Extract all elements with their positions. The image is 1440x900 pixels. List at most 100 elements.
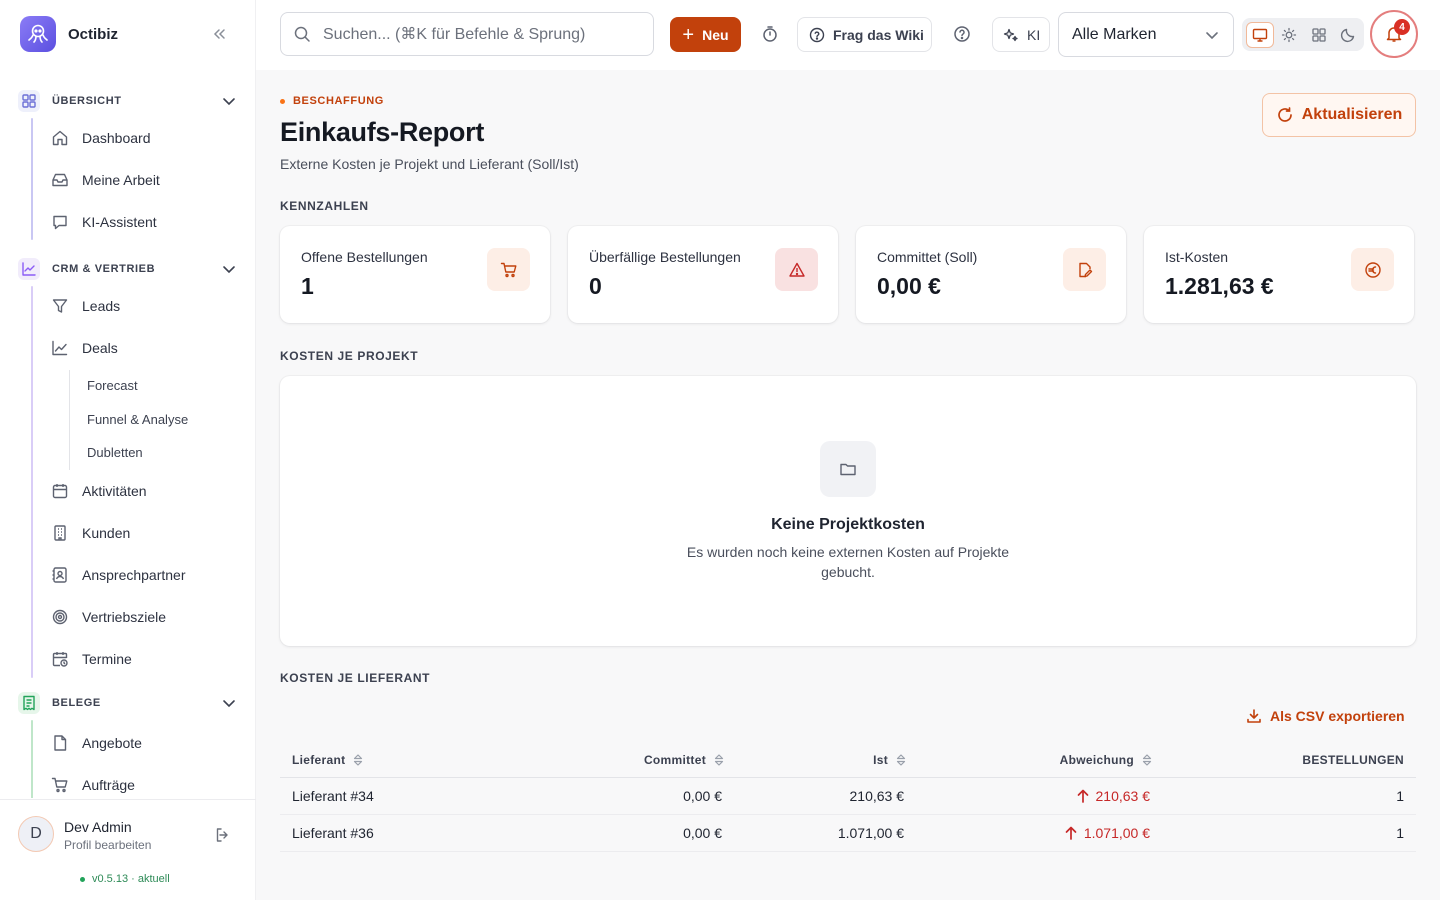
column-header-actual[interactable]: Ist <box>873 753 908 767</box>
collapse-sidebar-icon[interactable] <box>208 24 230 44</box>
refresh-button[interactable]: Aktualisieren <box>1262 93 1416 137</box>
kpi-value: 0 <box>589 273 602 299</box>
column-header-label: Abweichung <box>1059 753 1134 767</box>
ai-button[interactable]: KI <box>992 17 1050 52</box>
sidebar-item-deals[interactable]: Deals <box>50 331 240 365</box>
kpi-label: Offene Bestellungen <box>301 249 428 265</box>
empty-state-title: Keine Projektkosten <box>771 516 925 533</box>
sidebar-item-vertriebsziele[interactable]: Vertriebsziele <box>50 600 240 634</box>
warning-triangle-icon <box>775 248 818 291</box>
grid-icon <box>18 90 40 112</box>
sidebar-item-ki-assistent[interactable]: KI-Assistent <box>50 205 240 239</box>
avatar[interactable]: D <box>18 816 54 852</box>
cart-icon <box>50 775 70 795</box>
monitor-icon[interactable] <box>1246 21 1274 48</box>
brand-select[interactable]: Alle Marken <box>1058 12 1234 57</box>
sort-icon <box>354 754 363 766</box>
sidebar-subitem-dubletten[interactable]: Dubletten <box>87 445 143 460</box>
help-icon[interactable] <box>950 22 974 46</box>
ai-label: KI <box>1027 26 1041 43</box>
cell-committed: 0,00 € <box>683 788 722 804</box>
sidebar-nav: ÜBERSICHT Dashboard Meine Arbeit KI-Assi… <box>0 80 256 798</box>
cell-supplier: Lieferant #34 <box>292 788 374 804</box>
topbar: Suchen... (⌘K für Befehle & Sprung) + Neu… <box>256 0 1440 70</box>
cell-actual: 210,63 € <box>849 788 905 804</box>
sidebar-item-auftraege[interactable]: Aufträge <box>50 768 240 798</box>
sidebar-item-label: Deals <box>82 340 118 356</box>
sidebar-item-dashboard[interactable]: Dashboard <box>50 121 240 155</box>
chevron-down-icon <box>223 266 235 274</box>
layout-grid-icon[interactable] <box>1305 22 1332 48</box>
sparkles-icon <box>1003 28 1018 41</box>
section-rail <box>31 286 33 678</box>
edit-profile-link[interactable]: Profil bearbeiten <box>64 838 151 852</box>
document-edit-icon <box>1063 248 1106 291</box>
chevron-down-icon <box>223 700 235 708</box>
cell-actual: 1.071,00 € <box>837 825 904 841</box>
page-title: Einkaufs-Report <box>280 117 485 147</box>
search-input[interactable]: Suchen... (⌘K für Befehle & Sprung) <box>280 12 654 56</box>
cart-icon <box>487 248 530 291</box>
column-header-supplier[interactable]: Lieferant <box>292 753 365 767</box>
refresh-icon <box>1277 107 1292 122</box>
sidebar-item-label: Angebote <box>82 735 142 751</box>
column-header-committed[interactable]: Committet <box>644 753 726 767</box>
profile-name[interactable]: Dev Admin <box>64 819 132 835</box>
empty-state-description: Es wurden noch keine externen Kosten auf… <box>686 544 1010 580</box>
sun-icon[interactable] <box>1276 22 1303 48</box>
section-crm-vertrieb[interactable]: CRM & VERTRIEB <box>18 254 240 284</box>
export-csv-button[interactable]: Als CSV exportieren <box>1246 706 1405 726</box>
notification-badge: 4 <box>1394 19 1410 35</box>
column-header-deviation[interactable]: Abweichung <box>1060 753 1154 767</box>
sidebar: Octibiz ÜBERSICHT Dashboard Meine Arbeit… <box>0 0 256 900</box>
section-belege[interactable]: BELEGE <box>18 688 240 718</box>
brand[interactable]: Octibiz <box>20 16 118 52</box>
table-header: Lieferant Committet Ist Abweichung BESTE… <box>280 742 1416 778</box>
table-row[interactable]: Lieferant #36 0,00 € 1.071,00 € 1.071,00… <box>280 815 1416 852</box>
cell-supplier: Lieferant #36 <box>292 825 374 841</box>
section-label: BELEGE <box>52 697 101 709</box>
ask-wiki-label: Frag das Wiki <box>833 26 924 43</box>
sub-rail <box>69 370 70 470</box>
main-content: BESCHAFFUNG Einkaufs-Report Externe Kost… <box>256 70 1440 900</box>
section-uebersicht[interactable]: ÜBERSICHT <box>18 86 240 116</box>
refresh-label: Aktualisieren <box>1301 106 1403 123</box>
section-label: CRM & VERTRIEB <box>52 263 156 275</box>
cell-deviation: 210,63 € <box>1075 788 1150 804</box>
timer-icon[interactable] <box>758 22 782 46</box>
sidebar-item-kunden[interactable]: Kunden <box>50 516 240 550</box>
profile-panel: D Dev Admin Profil bearbeiten v0.5.13 · … <box>0 799 256 900</box>
receipt-icon <box>18 692 40 714</box>
kpi-card-committed: Committet (Soll) 0,00 € <box>856 226 1126 323</box>
sidebar-item-ansprechpartner[interactable]: Ansprechpartner <box>50 558 240 592</box>
sidebar-item-aktivitaeten[interactable]: Aktivitäten <box>50 474 240 508</box>
trend-icon <box>50 338 70 358</box>
project-costs-empty-state: Keine Projektkosten Es wurden noch keine… <box>280 376 1416 646</box>
arrow-up-icon <box>1065 826 1077 840</box>
cell-orders: 1 <box>1396 788 1404 804</box>
ask-wiki-button[interactable]: Frag das Wiki <box>797 17 932 52</box>
home-icon <box>50 128 70 148</box>
sidebar-item-label: Vertriebsziele <box>82 609 167 625</box>
sidebar-item-leads[interactable]: Leads <box>50 289 240 323</box>
sidebar-item-label: Aktivitäten <box>82 483 147 499</box>
sidebar-item-termine[interactable]: Termine <box>50 642 240 676</box>
column-header-orders: BESTELLUNGEN <box>1302 753 1404 767</box>
sidebar-item-meine-arbeit[interactable]: Meine Arbeit <box>50 163 240 197</box>
column-header-label: Committet <box>643 753 706 767</box>
table-row[interactable]: Lieferant #34 0,00 € 210,63 € 210,63 € 1 <box>280 778 1416 815</box>
sidebar-subitem-funnel-analyse[interactable]: Funnel & Analyse <box>87 412 188 427</box>
kpi-label: Committet (Soll) <box>877 249 978 265</box>
moon-icon[interactable] <box>1335 22 1362 48</box>
document-icon <box>50 733 70 753</box>
notifications-button[interactable]: 4 <box>1370 10 1418 58</box>
kpi-section-title: KENNZAHLEN <box>280 199 369 213</box>
chart-line-icon <box>18 258 40 280</box>
sidebar-item-angebote[interactable]: Angebote <box>50 726 240 760</box>
logout-icon[interactable] <box>214 826 232 849</box>
chat-search-icon <box>50 212 70 232</box>
sidebar-subitem-forecast[interactable]: Forecast <box>87 378 138 393</box>
new-button[interactable]: + Neu <box>670 17 741 52</box>
section-rail <box>31 118 33 240</box>
eyebrow-text: BESCHAFFUNG <box>293 95 384 107</box>
